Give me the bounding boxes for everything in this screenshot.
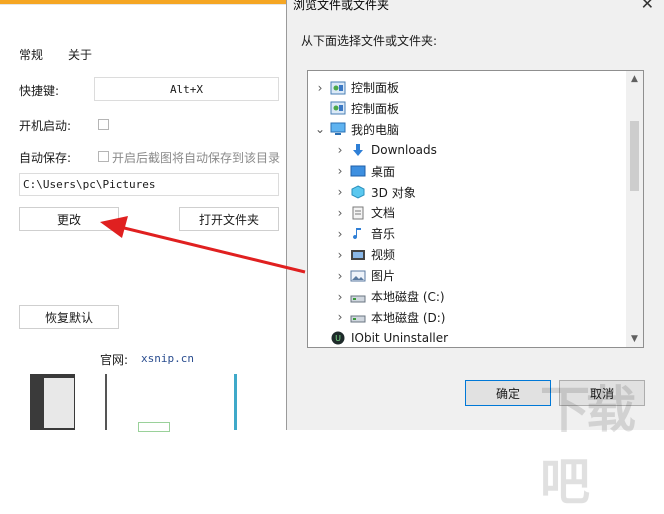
arrow-shaft [119, 225, 306, 274]
annotation-arrow [100, 216, 306, 274]
arrow-head [100, 216, 128, 238]
